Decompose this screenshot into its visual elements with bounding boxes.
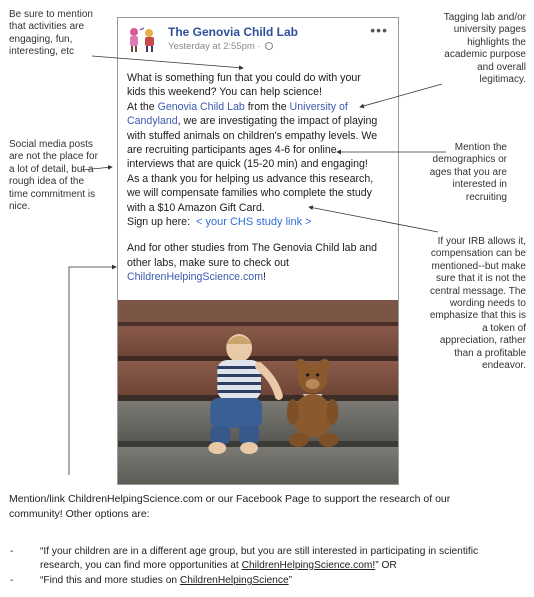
page-name-link[interactable]: The Genovia Child Lab: [168, 25, 298, 39]
genovia-lab-tag-link[interactable]: Genovia Child Lab: [158, 101, 245, 113]
facebook-post: The Genovia Child Lab Yesterday at 2:55p…: [117, 17, 399, 485]
bullet-dash: -: [10, 546, 14, 557]
chs-link[interactable]: ChildrenHelpingScience.com: [127, 271, 263, 283]
globe-icon: [265, 42, 274, 50]
bottom-line: Mention/link ChildrenHelpingScience.com …: [9, 493, 451, 505]
chs-link-bullet-1[interactable]: ChildrenHelpingScience.com!: [242, 560, 376, 571]
note-line: a lot of detail, but a: [9, 163, 94, 175]
note-demographics: Mention the demographics or ages that yo…: [430, 142, 507, 204]
note-line: Tagging lab and/or: [443, 12, 526, 23]
post-line: with a $10 Amazon Gift Card.: [127, 201, 265, 214]
note-line: interested in: [452, 179, 507, 191]
child-with-teddy-bear-photo[interactable]: [118, 300, 398, 485]
note-engaging: Be sure to mention that activities are e…: [9, 9, 93, 59]
note-line: nice.: [9, 201, 31, 213]
post-meta: Yesterday at 2:55pm ·: [168, 41, 274, 52]
post-line: are recruiting participants ages 4-6 for…: [127, 144, 337, 157]
bullet-text: ”: [288, 575, 293, 586]
note-line: If your IRB allows it,: [437, 236, 526, 247]
post-line: we will compensate families who complete…: [127, 187, 372, 200]
note-line: demographics or: [432, 154, 507, 166]
note-line: engaging, fun,: [9, 33, 73, 45]
note-time-commitment: Social media posts are not the place for…: [9, 139, 98, 213]
more-options-icon[interactable]: •••: [370, 22, 388, 38]
note-line: time commitment is: [9, 188, 96, 200]
note-line: highlights the: [467, 36, 526, 48]
bullet-text: “Find this and more studies on: [40, 575, 180, 586]
post-text-span: from the: [244, 100, 290, 113]
note-line: rough idea of the: [9, 176, 85, 188]
post-text-span: At the: [127, 100, 158, 113]
note-line: ages that you are: [429, 166, 507, 178]
note-line: that activities are: [9, 21, 85, 33]
bullet-line: research, you can find more opportunitie…: [40, 559, 530, 573]
note-compensation: If your IRB allows it, compensation can …: [430, 236, 526, 372]
post-line: As a thank you for helping us advance th…: [127, 172, 374, 185]
post-header: The Genovia Child Lab Yesterday at 2:55p…: [118, 18, 398, 68]
note-line: wording needs to: [449, 298, 526, 310]
note-line: recruiting: [465, 191, 507, 203]
chs-link-bullet-2[interactable]: ChildrenHelpingScience: [180, 575, 289, 586]
note-line: endeavor.: [482, 360, 526, 372]
signup-line: Sign up here: < your CHS study link >: [127, 215, 393, 229]
post-text: What is something fun that you could do …: [127, 71, 393, 285]
post-line: interviews that are quick (15-20 min) an…: [127, 158, 368, 171]
note-line: appreciation, rather: [439, 335, 526, 347]
option-bullet-1: - “If your children are in a different a…: [10, 545, 530, 573]
note-line: and overall: [477, 61, 526, 73]
lab-logo-icon[interactable]: [125, 25, 159, 55]
note-line: emphasize that this is: [429, 310, 526, 322]
note-line: mentioned--but make: [431, 260, 527, 272]
post-line: ChildrenHelpingScience.com!: [127, 270, 393, 284]
option-bullet-2: - “Find this and more studies on Childre…: [10, 574, 530, 588]
note-line: academic purpose: [444, 49, 526, 61]
post-line: At the Genovia Child Lab from the Univer…: [127, 100, 393, 114]
post-timestamp[interactable]: Yesterday at 2:55pm ·: [168, 41, 261, 52]
bottom-instructions: Mention/link ChildrenHelpingScience.com …: [9, 492, 525, 521]
note-line: central message. The: [430, 285, 526, 297]
post-line: kids this weekend? You can help science!: [127, 86, 322, 99]
bottom-line: community! Other options are:: [9, 507, 150, 520]
study-link[interactable]: < your CHS study link >: [196, 216, 312, 228]
note-line: a token of: [482, 322, 526, 334]
note-line: compensation can be: [430, 248, 526, 260]
note-line: Mention the: [454, 142, 507, 153]
note-line: than a profitable: [454, 347, 526, 359]
note-line: Social media posts: [9, 139, 93, 150]
bullet-text: research, you can find more opportunitie…: [40, 559, 242, 571]
note-line: sure that it is not the: [435, 273, 526, 285]
note-line: are not the place for: [9, 151, 98, 163]
bullet-dash: -: [10, 575, 14, 586]
post-line: with stuffed animals on children's empat…: [127, 129, 378, 142]
bullet-text: ” OR: [375, 559, 397, 571]
note-line: interesting, etc: [9, 46, 75, 58]
post-text-span: , we are investigating the impact of pla…: [177, 115, 378, 128]
post-text-span: !: [263, 271, 266, 284]
note-line: university pages: [453, 24, 526, 36]
university-tag-link-cont[interactable]: Candyland: [127, 115, 178, 127]
signup-label: Sign up here:: [127, 216, 191, 229]
post-line: And for other studies from The Genovia C…: [127, 242, 378, 255]
note-tagging: Tagging lab and/or university pages high…: [444, 12, 526, 86]
bullet-line: “If your children are in a different age…: [40, 546, 479, 557]
post-line: Candyland, we are investigating the impa…: [127, 114, 393, 128]
bullet-line: “Find this and more studies on ChildrenH…: [40, 574, 530, 588]
note-line: Be sure to mention: [9, 9, 93, 20]
note-line: legitimacy.: [479, 74, 527, 86]
post-line: What is something fun that you could do …: [127, 72, 361, 84]
post-line: other labs, make sure to check out: [127, 256, 289, 269]
university-tag-link[interactable]: University of: [290, 101, 348, 113]
